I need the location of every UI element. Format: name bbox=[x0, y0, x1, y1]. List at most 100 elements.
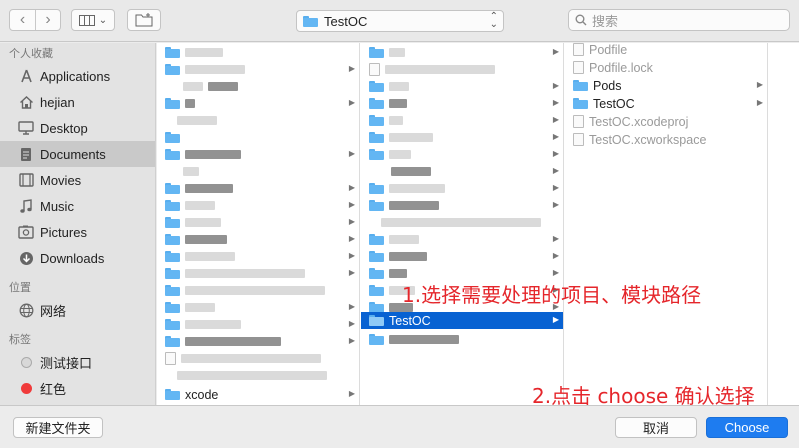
list-item[interactable]: ▶ bbox=[361, 180, 563, 197]
movies-icon bbox=[18, 172, 34, 188]
sidebar-item-pictures[interactable]: Pictures bbox=[0, 219, 155, 245]
folder-icon bbox=[369, 200, 384, 211]
list-item[interactable]: ▶ bbox=[361, 44, 563, 61]
sidebar-item-documents[interactable]: Documents bbox=[0, 141, 155, 167]
sidebar-item-label: Desktop bbox=[40, 120, 88, 136]
redacted-label bbox=[185, 48, 223, 57]
folder-icon bbox=[165, 64, 180, 75]
sidebar-tag-test-api[interactable]: 测试接口 bbox=[0, 349, 155, 375]
list-item[interactable]: ▶ bbox=[157, 299, 359, 316]
sidebar-item-label: 测试接口 bbox=[40, 355, 93, 371]
list-item[interactable] bbox=[361, 61, 563, 78]
list-item[interactable]: ▶ bbox=[361, 163, 563, 180]
folder-icon bbox=[165, 268, 180, 279]
list-item[interactable]: ▶ bbox=[361, 95, 563, 112]
tag-dot-icon bbox=[18, 354, 34, 370]
sidebar-item-music[interactable]: Music bbox=[0, 193, 155, 219]
list-item[interactable]: ▶ bbox=[361, 78, 563, 95]
cancel-button[interactable]: 取消 bbox=[615, 417, 697, 438]
sidebar-item-label: Movies bbox=[40, 172, 82, 188]
back-button[interactable]: ‹ bbox=[10, 10, 35, 30]
list-item-label: TestOC bbox=[593, 96, 635, 111]
sidebar-item-hejian[interactable]: hejian bbox=[0, 89, 155, 115]
chevron-right-icon: ▶ bbox=[552, 98, 559, 107]
chevron-right-icon: ▶ bbox=[348, 98, 355, 107]
list-item[interactable] bbox=[157, 112, 359, 129]
list-item-podfile[interactable]: Podfile bbox=[565, 43, 767, 58]
new-folder-toolbar-button[interactable] bbox=[127, 9, 161, 31]
folder-icon bbox=[369, 315, 384, 326]
list-item[interactable]: ▶ bbox=[157, 248, 359, 265]
forward-button[interactable]: › bbox=[34, 10, 60, 30]
list-item-xcworkspace[interactable]: TestOC.xcworkspace bbox=[565, 131, 767, 148]
list-item[interactable] bbox=[157, 44, 359, 61]
list-item-podfile-lock[interactable]: Podfile.lock bbox=[565, 59, 767, 76]
sidebar-item-downloads[interactable]: Downloads bbox=[0, 245, 155, 271]
sidebar-item-movies[interactable]: Movies bbox=[0, 167, 155, 193]
list-item-xcode[interactable]: xcode ▶ bbox=[157, 386, 359, 403]
folder-icon bbox=[369, 98, 384, 109]
list-item-testoc[interactable]: TestOC ▶ bbox=[565, 95, 767, 112]
list-item[interactable]: ▶ bbox=[361, 146, 563, 163]
search-placeholder: 搜索 bbox=[592, 13, 619, 29]
list-item[interactable]: ▶ bbox=[361, 112, 563, 129]
list-item[interactable]: ▶ bbox=[361, 129, 563, 146]
chevron-right-icon: ▶ bbox=[348, 217, 355, 226]
list-item[interactable]: ▶ bbox=[157, 265, 359, 282]
list-item[interactable] bbox=[157, 350, 359, 367]
list-item-xcodeproj[interactable]: TestOC.xcodeproj bbox=[565, 113, 767, 130]
redacted-label bbox=[185, 252, 235, 261]
list-item[interactable] bbox=[157, 129, 359, 146]
list-item[interactable]: ▶ bbox=[157, 61, 359, 78]
folder-icon bbox=[165, 336, 180, 347]
list-item[interactable] bbox=[361, 331, 563, 348]
list-item[interactable] bbox=[157, 367, 359, 384]
chevron-right-icon: ▶ bbox=[348, 268, 355, 277]
list-item[interactable]: ▶ bbox=[157, 214, 359, 231]
sidebar: 个人收藏 Applications hejian Desktop Documen… bbox=[0, 43, 156, 405]
folder-icon bbox=[165, 251, 180, 262]
list-item[interactable]: ▶ bbox=[157, 231, 359, 248]
list-item[interactable] bbox=[157, 78, 359, 95]
list-item-pods[interactable]: Pods ▶ bbox=[565, 77, 767, 94]
sidebar-item-desktop[interactable]: Desktop bbox=[0, 115, 155, 141]
folder-icon bbox=[369, 251, 384, 262]
folder-icon bbox=[369, 334, 384, 345]
folder-icon bbox=[369, 132, 384, 143]
folder-icon bbox=[573, 80, 588, 91]
column-1: ▶ ▶ ▶ ▶ ▶ ▶ ▶ ▶ ▶ ▶ ▶ ▶ xcode ▶ bbox=[157, 43, 360, 405]
documents-icon bbox=[18, 146, 34, 162]
xcworkspace-icon bbox=[573, 133, 584, 146]
list-item[interactable]: ▶ bbox=[157, 95, 359, 112]
list-item[interactable]: ▶ bbox=[157, 180, 359, 197]
folder-icon bbox=[369, 81, 384, 92]
list-item[interactable]: ▶ bbox=[157, 316, 359, 333]
list-item[interactable] bbox=[157, 163, 359, 180]
list-item[interactable]: ▶ bbox=[157, 197, 359, 214]
list-item[interactable]: ▶ bbox=[361, 248, 563, 265]
list-item[interactable]: ▶ bbox=[157, 146, 359, 163]
folder-icon bbox=[303, 15, 318, 27]
search-input[interactable]: 搜索 bbox=[568, 9, 790, 31]
list-item[interactable]: ▶ bbox=[361, 197, 563, 214]
redacted-label bbox=[381, 218, 541, 227]
list-item-label: xcode bbox=[185, 387, 219, 402]
sidebar-item-applications[interactable]: Applications bbox=[0, 63, 155, 89]
chevron-right-icon: ▶ bbox=[756, 98, 763, 107]
new-folder-button[interactable]: 新建文件夹 bbox=[13, 417, 103, 438]
choose-button[interactable]: Choose bbox=[706, 417, 788, 438]
sidebar-item-network[interactable]: 网络 bbox=[0, 297, 155, 323]
list-item[interactable] bbox=[361, 214, 563, 231]
list-item-label: Podfile.lock bbox=[589, 60, 653, 75]
list-item[interactable]: ▶ bbox=[361, 231, 563, 248]
path-popup[interactable]: TestOC ⌃ ⌄ bbox=[296, 10, 504, 32]
view-mode-button[interactable]: ⌄ bbox=[71, 9, 115, 31]
list-item[interactable]: ▶ bbox=[157, 333, 359, 350]
column-browser: ▶ ▶ ▶ ▶ ▶ ▶ ▶ ▶ ▶ ▶ ▶ ▶ xcode ▶ ▶ ▶ ▶ ▶ ▶… bbox=[157, 43, 799, 405]
list-item-testoc-selected[interactable]: TestOC ▶ bbox=[361, 312, 563, 329]
sidebar-tag-red[interactable]: 红色 bbox=[0, 375, 155, 401]
list-item[interactable] bbox=[157, 282, 359, 299]
redacted-label bbox=[185, 235, 227, 244]
folder-icon bbox=[369, 268, 384, 279]
chevron-right-icon: ▶ bbox=[552, 47, 559, 56]
